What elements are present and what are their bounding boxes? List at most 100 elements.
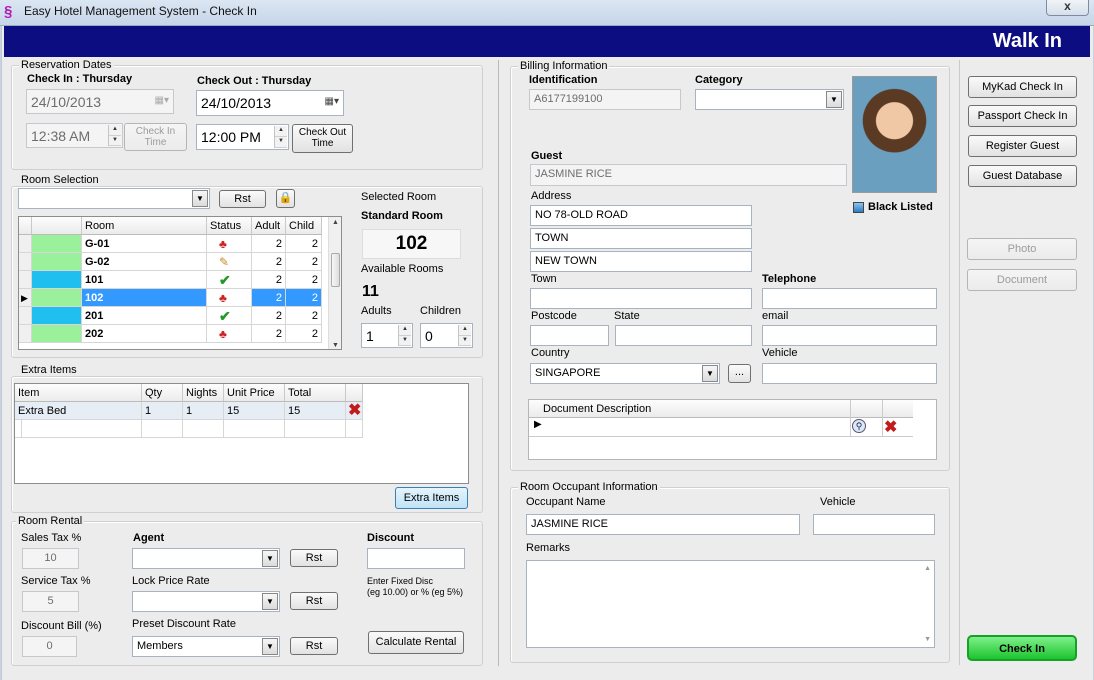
checkin-time-button[interactable]: Check In Time	[124, 123, 187, 151]
row-indicator-icon: ▶	[19, 289, 32, 307]
guest-field[interactable]: JASMINE RICE	[530, 164, 847, 186]
col-nights[interactable]: Nights	[183, 384, 224, 402]
checkout-time-button[interactable]: Check Out Time	[292, 124, 353, 153]
chevron-down-icon[interactable]: ▼	[262, 638, 278, 655]
chevron-down-icon[interactable]: ▼	[826, 91, 842, 108]
document-button[interactable]: Document	[967, 269, 1077, 291]
delete-icon[interactable]: ✖	[346, 402, 363, 420]
checkin-time-field[interactable]: 12:38 AM ▲ ▼	[26, 123, 123, 148]
room-rst-button[interactable]: Rst	[219, 190, 266, 208]
checkout-time-spinner[interactable]: ▲ ▼	[274, 126, 287, 148]
table-row[interactable]: Extra Bed 1 1 15 15 ✖	[15, 402, 363, 420]
postcode-field[interactable]	[530, 325, 609, 346]
sales-tax-label: Sales Tax %	[21, 532, 82, 544]
table-row[interactable]: 101 ✔ 2 2	[19, 271, 329, 289]
lock-price-combo[interactable]: ▼	[132, 591, 280, 612]
blacklisted-checkbox[interactable]	[853, 202, 864, 213]
chevron-down-icon[interactable]: ▼	[262, 593, 278, 610]
vehicle-field[interactable]	[762, 363, 937, 384]
town-field[interactable]	[530, 288, 752, 309]
col-qty[interactable]: Qty	[142, 384, 183, 402]
checkin-date-field[interactable]: 24/10/2013 ▦▾	[26, 89, 174, 114]
adults-stepper[interactable]: 1 ▲ ▼	[361, 323, 413, 348]
col-item[interactable]: Item	[15, 384, 142, 402]
check-in-button[interactable]: Check In	[967, 635, 1077, 661]
preset-discount-combo[interactable]: Members ▼	[132, 636, 280, 657]
reservation-legend: Reservation Dates	[19, 59, 114, 71]
photo-button[interactable]: Photo	[967, 238, 1077, 260]
discount-field[interactable]	[367, 548, 465, 569]
address-line1-field[interactable]: NO 78-OLD ROAD	[530, 205, 752, 226]
country-more-button[interactable]: ...	[728, 364, 751, 383]
table-row[interactable]: G-01 ♣ 2 2	[19, 235, 329, 253]
identification-field[interactable]: A6177199100	[529, 89, 681, 110]
col-adult[interactable]: Adult	[252, 217, 286, 235]
blacklisted-label: Black Listed	[868, 201, 933, 213]
checkin-time-spinner[interactable]: ▲ ▼	[108, 125, 121, 146]
children-stepper[interactable]: 0 ▲ ▼	[420, 323, 473, 348]
preset-rst-button[interactable]: Rst	[290, 637, 338, 655]
town-label: Town	[531, 273, 557, 285]
col-status[interactable]: Status	[207, 217, 252, 235]
scroll-thumb[interactable]	[331, 253, 340, 287]
telephone-field[interactable]	[762, 288, 937, 309]
email-field[interactable]	[762, 325, 937, 346]
col-document-description[interactable]: Document Description	[543, 403, 651, 415]
chevron-down-icon[interactable]: ▼	[262, 550, 278, 567]
room-child: 2	[286, 253, 322, 271]
checkout-date-value: 24/10/2013	[201, 95, 272, 111]
chevron-down-icon[interactable]: ▼	[192, 190, 208, 207]
checkout-time-value: 12:00 PM	[201, 129, 261, 145]
page-title: Walk In	[992, 30, 1062, 52]
telephone-label: Telephone	[762, 273, 817, 285]
state-field[interactable]	[615, 325, 752, 346]
service-tax-field[interactable]: 5	[22, 591, 79, 612]
country-combo[interactable]: SINGAPORE ▼	[530, 363, 720, 384]
passport-checkin-button[interactable]: Passport Check In	[968, 105, 1077, 127]
col-child[interactable]: Child	[286, 217, 322, 235]
checkout-date-field[interactable]: 24/10/2013 ▦▾	[196, 90, 344, 116]
register-guest-button[interactable]: Register Guest	[968, 135, 1077, 157]
mykad-checkin-button[interactable]: MyKad Check In	[968, 76, 1077, 98]
col-room[interactable]: Room	[82, 217, 207, 235]
category-combo[interactable]: ▼	[695, 89, 844, 110]
col-total[interactable]: Total	[285, 384, 346, 402]
agent-combo[interactable]: ▼	[132, 548, 280, 569]
agent-rst-button[interactable]: Rst	[290, 549, 338, 567]
occupant-name-field[interactable]: JASMINE RICE	[526, 514, 800, 535]
address-line2-field[interactable]: TOWN	[530, 228, 752, 249]
checkout-time-field[interactable]: 12:00 PM ▲ ▼	[196, 124, 289, 150]
checkin-date-value: 24/10/2013	[31, 94, 102, 110]
occupant-vehicle-field[interactable]	[813, 514, 935, 535]
room-grid-scrollbar[interactable]: ▲ ▼	[328, 217, 341, 349]
table-row[interactable]: ▶ 102 ♣ 2 2	[19, 289, 329, 307]
room-adult: 2	[252, 307, 286, 325]
guest-database-button[interactable]: Guest Database	[968, 165, 1077, 187]
chevron-down-icon[interactable]: ▼	[702, 365, 718, 382]
sales-tax-field[interactable]: 10	[22, 548, 79, 569]
table-row[interactable]: 201 ✔ 2 2	[19, 307, 329, 325]
header-band: Walk In	[4, 26, 1090, 57]
calendar-icon[interactable]: ▦▾	[325, 96, 339, 107]
selected-room-label: Selected Room	[361, 191, 437, 203]
delete-icon[interactable]: ✖	[884, 417, 897, 437]
remarks-field[interactable]: ▲ ▼	[526, 560, 935, 648]
occupied-icon: ♣	[219, 291, 227, 305]
room-number: G-02	[82, 253, 207, 271]
available-icon: ✔	[219, 272, 231, 288]
new-row[interactable]	[15, 420, 363, 438]
room-type-combo[interactable]: ▼	[18, 188, 210, 209]
table-row[interactable]: G-02 ✎ 2 2	[19, 253, 329, 271]
extra-items-button[interactable]: Extra Items	[395, 487, 468, 509]
address-line3-field[interactable]: NEW TOWN	[530, 251, 752, 272]
calculate-rental-button[interactable]: Calculate Rental	[368, 631, 464, 654]
postcode-label: Postcode	[531, 310, 577, 322]
lock-rst-button[interactable]: Rst	[290, 592, 338, 610]
magnifier-icon[interactable]: ⚲	[852, 419, 866, 433]
discount-bill-field[interactable]: 0	[22, 636, 77, 657]
room-color-swatch	[32, 271, 82, 289]
col-unit-price[interactable]: Unit Price	[224, 384, 285, 402]
lock-icon[interactable]: 🔒	[276, 189, 295, 208]
close-window-button[interactable]: x	[1046, 0, 1089, 16]
table-row[interactable]: 202 ♣ 2 2	[19, 325, 329, 343]
